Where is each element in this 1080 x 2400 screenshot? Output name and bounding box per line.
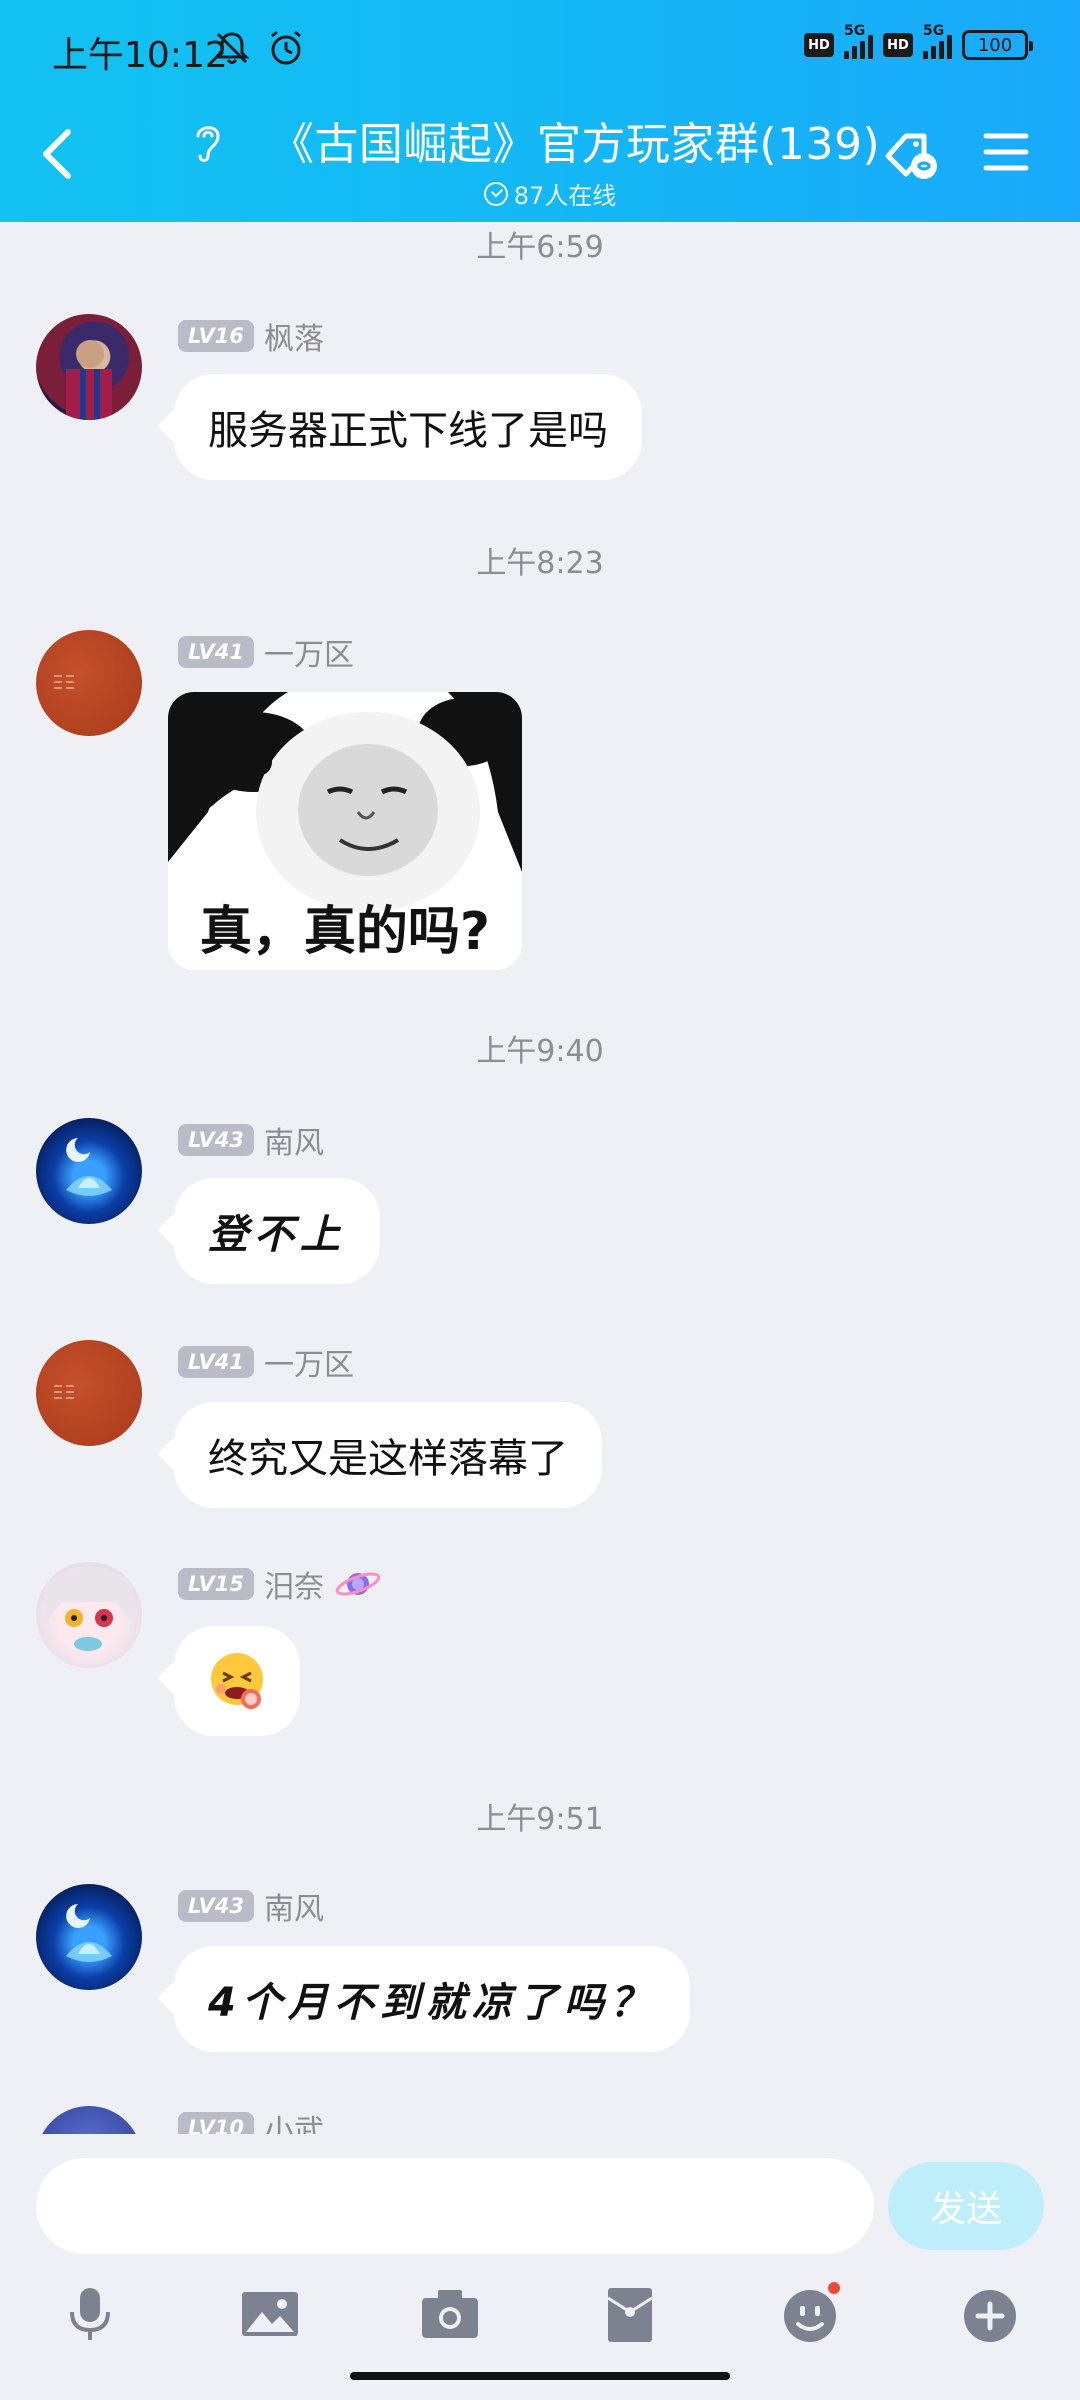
- sender-name[interactable]: 汨奈: [264, 1562, 324, 1606]
- home-indicator[interactable]: [350, 2372, 730, 2380]
- sender-name[interactable]: 南风: [264, 1884, 324, 1928]
- level-badge: LV10: [178, 2112, 254, 2134]
- chat-area[interactable]: 上午6:59 LV16 枫落 服务器正式下线了是吗 上午8:23 LV41 一万…: [0, 222, 1080, 2134]
- avatar[interactable]: [36, 314, 142, 420]
- level-badge: LV41: [178, 636, 254, 668]
- face-with-food-emoji-icon: [211, 1653, 263, 1709]
- alarm-icon: [271, 30, 301, 65]
- image-icon[interactable]: [238, 2282, 302, 2346]
- message-meta: LV43 南风: [178, 1884, 324, 1928]
- avatar[interactable]: [36, 1118, 142, 1224]
- menu-icon[interactable]: [982, 130, 1030, 174]
- avatar[interactable]: [36, 2106, 142, 2134]
- group-title-block[interactable]: 《古国崛起》官方玩家群(139) 87人在线: [180, 108, 900, 211]
- emoji-message[interactable]: [174, 1626, 300, 1736]
- message-bubble[interactable]: 4个月不到就凉了吗？: [174, 1946, 690, 2052]
- avatar[interactable]: [36, 1562, 142, 1668]
- battery-icon: 100: [962, 30, 1033, 60]
- emoji-icon[interactable]: [778, 2282, 842, 2346]
- hd-icon: HD: [804, 33, 834, 57]
- input-toolbar: [0, 2274, 1080, 2364]
- level-badge: LV41: [178, 1346, 254, 1378]
- online-status: 87人在线: [180, 176, 900, 211]
- mute-icon: [214, 32, 250, 64]
- chat-header: 上午10:12 HD 5G HD 5G 100 《古国崛起》官方玩家群(139)…: [0, 0, 1080, 222]
- message-meta: LV41 一万区: [178, 1340, 354, 1384]
- message-meta: LV16 枫落: [178, 314, 324, 358]
- sender-name[interactable]: 枫落: [264, 314, 324, 358]
- message-meta: LV10 小武: [178, 2106, 324, 2134]
- timestamp: 上午6:59: [476, 230, 604, 265]
- message-meta: LV41 一万区: [178, 630, 354, 674]
- timestamp: 上午9:40: [476, 1034, 604, 1069]
- avatar-seal-icon: [54, 675, 74, 689]
- sender-name[interactable]: 一万区: [264, 630, 354, 674]
- link-tag-icon[interactable]: [880, 126, 944, 186]
- anime-avatar-icon: [46, 1567, 132, 1651]
- signal-icon: 5G: [844, 23, 873, 59]
- avatar[interactable]: [36, 1340, 142, 1446]
- timestamp: 上午9:51: [476, 1802, 604, 1837]
- send-button[interactable]: 发送: [888, 2162, 1044, 2250]
- message-bubble[interactable]: 终究又是这样落幕了: [174, 1402, 602, 1508]
- plus-icon[interactable]: [958, 2282, 1022, 2346]
- message-bubble[interactable]: 服务器正式下线了是吗: [174, 374, 642, 480]
- sender-name[interactable]: 南风: [264, 1118, 324, 1162]
- sender-name[interactable]: 一万区: [264, 1340, 354, 1384]
- camera-icon[interactable]: [418, 2282, 482, 2346]
- timestamp: 上午8:23: [476, 546, 604, 581]
- sticker-message[interactable]: 真，真的吗?: [168, 692, 522, 970]
- avatar[interactable]: [36, 1884, 142, 1990]
- microphone-icon[interactable]: [58, 2282, 122, 2346]
- avatar-seal-icon: [54, 1385, 74, 1399]
- moon-lotus-icon: [66, 1904, 112, 1962]
- sender-name[interactable]: 小武: [264, 2106, 324, 2134]
- message-input[interactable]: [36, 2158, 874, 2254]
- message-meta: LV15 汨奈: [178, 1562, 382, 1606]
- status-time: 上午10:12: [52, 35, 228, 76]
- online-count: 87人在线: [513, 182, 617, 210]
- status-bar: 上午10:12 HD 5G HD 5G 100: [0, 0, 1080, 96]
- level-badge: LV43: [178, 1890, 254, 1922]
- message-meta: LV43 南风: [178, 1118, 324, 1162]
- back-icon[interactable]: [38, 126, 78, 182]
- hd-icon: HD: [883, 33, 913, 57]
- signal-icon: 5G: [923, 23, 952, 59]
- avatar[interactable]: [36, 630, 142, 736]
- message-bubble[interactable]: 登不上: [174, 1178, 380, 1284]
- avatar-photo-icon: [66, 340, 112, 420]
- level-badge: LV15: [178, 1568, 254, 1600]
- online-icon: [483, 181, 508, 206]
- level-badge: LV43: [178, 1124, 254, 1156]
- composer: 发送: [0, 2134, 1080, 2400]
- level-badge: LV16: [178, 320, 254, 352]
- planet-badge-icon: [335, 1572, 381, 1596]
- red-packet-icon[interactable]: [598, 2282, 662, 2346]
- group-title: 《古国崛起》官方玩家群(139): [269, 119, 881, 170]
- moon-lotus-icon: [66, 1138, 112, 1196]
- sticker-caption: 真，真的吗?: [199, 902, 491, 962]
